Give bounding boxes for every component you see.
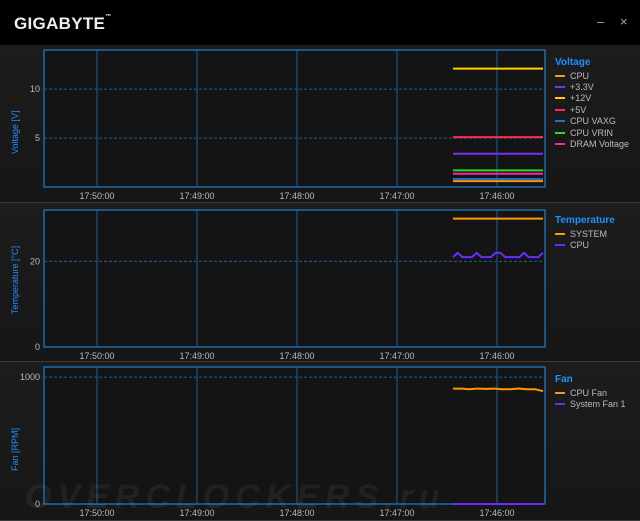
fan-legend: Fan CPU Fan System Fan 1 xyxy=(555,374,626,410)
y-tick-label: 10 xyxy=(30,84,40,94)
legend-item[interactable]: CPU VRIN xyxy=(555,127,629,138)
legend-item[interactable]: +3.3V xyxy=(555,81,629,92)
legend-item[interactable]: CPU xyxy=(555,239,615,250)
legend-label: +5V xyxy=(570,104,587,115)
legend-item[interactable]: CPU VAXG xyxy=(555,116,629,127)
legend-swatch xyxy=(555,244,565,247)
legend-label: CPU Fan xyxy=(570,387,608,398)
close-button[interactable]: × xyxy=(620,14,628,29)
legend-label: CPU VAXG xyxy=(570,116,616,127)
y-axis-label: Fan [RPM] xyxy=(10,427,20,471)
x-tick-label: 17:47:00 xyxy=(379,351,414,361)
legend-label: CPU xyxy=(570,240,590,251)
legend-label: +12V xyxy=(570,93,592,104)
legend-label: DRAM Voltage xyxy=(570,139,630,150)
temperature-chart: 17:50:00 17:49:00 17:48:00 17:47:00 17:46:00… xyxy=(30,209,546,361)
legend-label: SYSTEM xyxy=(570,228,608,239)
legend-swatch xyxy=(555,97,565,100)
legend-label: CPU VRIN xyxy=(570,127,614,138)
x-tick-label: 17:46:00 xyxy=(479,508,514,518)
legend-title: Fan xyxy=(555,374,573,385)
legend-swatch xyxy=(555,391,565,394)
legend-swatch xyxy=(555,143,565,146)
y-tick-label: 5 xyxy=(35,133,40,143)
legend-swatch xyxy=(555,86,565,89)
legend-swatch xyxy=(555,131,565,134)
legend-swatch xyxy=(555,74,565,77)
temperature-panel: 17:50:00 17:49:00 17:48:00 17:47:00 17:46:00… xyxy=(0,203,640,362)
x-tick-label: 17:50:00 xyxy=(79,191,114,201)
minimize-button[interactable]: – xyxy=(597,14,604,29)
legend-item[interactable]: +12V xyxy=(555,93,629,104)
title-bar: GIGABYTE™ – × xyxy=(0,0,640,45)
voltage-panel: 17:50:00 17:49:00 17:48:00 17:47:00 17:46:00… xyxy=(0,45,640,203)
legend-label: CPU xyxy=(570,70,590,81)
legend-item[interactable]: DRAM Voltage xyxy=(555,138,629,149)
temperature-legend: Temperature SYSTEM CPU xyxy=(555,215,615,251)
legend-item[interactable]: CPU Fan xyxy=(555,387,626,398)
legend-label: +3.3V xyxy=(570,82,594,93)
legend-swatch xyxy=(555,108,565,111)
x-tick-label: 17:49:00 xyxy=(179,191,214,201)
x-tick-label: 17:49:00 xyxy=(179,351,214,361)
plot-area xyxy=(43,49,546,188)
x-tick-label: 17:48:00 xyxy=(279,351,314,361)
watermark: OVERCLOCKERS.ru xyxy=(25,478,446,516)
logo-text: GIGABYTE xyxy=(14,14,106,33)
legend-item[interactable]: CPU xyxy=(555,70,629,81)
legend-label: System Fan 1 xyxy=(570,399,626,410)
voltage-legend: Voltage CPU +3.3V +12V +5V CPU VAXG CPU VRIN DR… xyxy=(555,57,629,150)
y-axis-label: Temperature [°C] xyxy=(10,245,20,314)
legend-swatch xyxy=(555,232,565,235)
plot-area xyxy=(43,209,546,348)
x-tick-label: 17:46:00 xyxy=(479,351,514,361)
y-tick-label: 20 xyxy=(30,256,40,266)
x-tick-label: 17:47:00 xyxy=(379,191,414,201)
x-tick-label: 17:46:00 xyxy=(479,191,514,201)
x-tick-label: 17:50:00 xyxy=(79,351,114,361)
legend-title: Temperature xyxy=(555,215,615,226)
x-tick-label: 17:48:00 xyxy=(279,191,314,201)
legend-swatch xyxy=(555,403,565,406)
y-tick-label: 1000 xyxy=(20,372,40,382)
legend-item[interactable]: +5V xyxy=(555,104,629,115)
legend-item[interactable]: System Fan 1 xyxy=(555,398,626,409)
y-tick-label: 0 xyxy=(35,342,40,352)
voltage-chart: 17:50:00 17:49:00 17:48:00 17:47:00 17:46:00… xyxy=(30,49,546,201)
gigabyte-logo: GIGABYTE™ xyxy=(14,14,112,34)
legend-item[interactable]: SYSTEM xyxy=(555,228,615,239)
y-axis-label: Voltage [V] xyxy=(10,109,20,154)
trademark: ™ xyxy=(105,14,112,20)
legend-title: Voltage xyxy=(555,57,591,68)
legend-swatch xyxy=(555,120,565,123)
